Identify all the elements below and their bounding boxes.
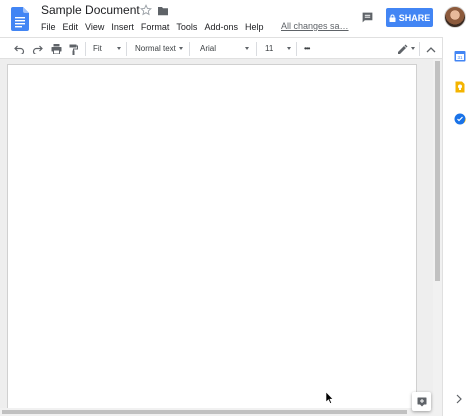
folder-icon[interactable] — [157, 6, 169, 16]
collapse-chevron-up-icon[interactable] — [426, 42, 436, 56]
menu-insert[interactable]: Insert — [111, 21, 138, 35]
save-status-link[interactable]: All changes sa… — [281, 21, 349, 31]
explore-plus-icon — [417, 397, 426, 406]
font-size-caret-icon — [287, 47, 291, 50]
menu-format[interactable]: Format — [141, 21, 174, 35]
expand-chevron-right-icon[interactable] — [455, 394, 463, 404]
menu-tools[interactable]: Tools — [176, 21, 201, 35]
document-title[interactable]: Sample Document — [41, 3, 140, 17]
menu-addons[interactable]: Add-ons — [204, 21, 242, 35]
style-caret-icon — [179, 47, 183, 50]
star-icon[interactable] — [140, 4, 152, 16]
lock-icon — [389, 14, 396, 22]
docs-app: Sample Document File Edit View Insert Fo… — [0, 0, 474, 416]
explore-button[interactable] — [412, 392, 431, 411]
toolbar-divider — [126, 42, 127, 56]
calendar-icon[interactable]: 31 — [454, 50, 466, 62]
header: Sample Document File Edit View Insert Fo… — [0, 0, 474, 37]
horizontal-scroll-thumb[interactable] — [2, 410, 407, 414]
side-panel: 31 — [442, 37, 474, 416]
menu-edit[interactable]: Edit — [63, 21, 83, 35]
vertical-scrollbar[interactable] — [433, 59, 442, 416]
style-select[interactable]: Normal text — [135, 42, 176, 56]
redo-icon[interactable] — [32, 42, 43, 56]
zoom-select[interactable]: Fit — [93, 42, 102, 56]
share-label: SHARE — [398, 12, 431, 23]
tasks-icon[interactable] — [454, 113, 466, 125]
menu-bar: File Edit View Insert Format Tools Add-o… — [41, 21, 270, 35]
toolbar: Fit Normal text Arial 11 ••• — [0, 37, 442, 59]
horizontal-scrollbar[interactable] — [0, 408, 433, 416]
share-button[interactable]: SHARE — [386, 8, 433, 27]
menu-help[interactable]: Help — [245, 21, 268, 35]
print-icon[interactable] — [51, 42, 62, 56]
comment-icon[interactable] — [361, 11, 374, 24]
toolbar-divider — [296, 42, 297, 56]
docs-logo-icon[interactable] — [11, 7, 29, 31]
undo-icon[interactable] — [14, 42, 25, 56]
document-page[interactable] — [7, 64, 417, 416]
menu-view[interactable]: View — [85, 21, 108, 35]
vertical-scroll-thumb[interactable] — [435, 61, 440, 281]
menu-file[interactable]: File — [41, 21, 60, 35]
editing-mode-caret-icon — [411, 47, 415, 50]
svg-text:31: 31 — [457, 55, 463, 60]
paint-format-icon[interactable] — [69, 42, 78, 56]
toolbar-divider — [419, 42, 420, 56]
document-canvas — [0, 59, 442, 416]
editing-mode-icon[interactable] — [397, 42, 408, 56]
font-caret-icon — [245, 47, 249, 50]
toolbar-divider — [256, 42, 257, 56]
zoom-caret-icon — [117, 47, 121, 50]
toolbar-divider — [85, 42, 86, 56]
more-icon[interactable]: ••• — [304, 42, 310, 56]
mouse-cursor-icon — [326, 392, 334, 404]
keep-icon[interactable] — [454, 81, 466, 93]
font-size-select[interactable]: 11 — [265, 42, 273, 56]
toolbar-divider — [189, 42, 190, 56]
avatar[interactable] — [444, 6, 466, 28]
font-select[interactable]: Arial — [200, 42, 216, 56]
